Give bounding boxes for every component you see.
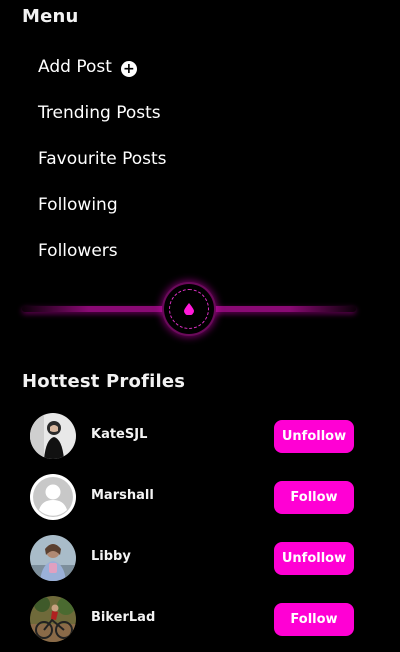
profile-name[interactable]: KateSJL bbox=[91, 427, 147, 442]
follow-button[interactable]: Follow bbox=[274, 603, 354, 636]
avatar[interactable] bbox=[30, 474, 76, 520]
unfollow-button[interactable]: Unfollow bbox=[274, 542, 354, 575]
menu-item-favourite-posts[interactable]: Favourite Posts bbox=[38, 136, 167, 182]
menu-item-following[interactable]: Following bbox=[38, 182, 167, 228]
profile-row: KateSJL Unfollow bbox=[0, 407, 400, 468]
profile-name[interactable]: BikerLad bbox=[91, 610, 155, 625]
menu-item-label: Following bbox=[38, 194, 118, 215]
menu-item-add-post[interactable]: Add Post + bbox=[38, 44, 167, 90]
droplet-icon bbox=[184, 303, 194, 315]
menu-item-followers[interactable]: Followers bbox=[38, 228, 167, 274]
profile-row: BikerLad Follow bbox=[0, 590, 400, 651]
menu-heading: Menu bbox=[22, 6, 79, 27]
plus-circle-icon[interactable]: + bbox=[120, 60, 137, 77]
menu-item-label: Trending Posts bbox=[38, 102, 161, 123]
avatar[interactable] bbox=[30, 535, 76, 581]
menu-item-label: Favourite Posts bbox=[38, 148, 167, 169]
profile-name[interactable]: Libby bbox=[91, 549, 131, 564]
avatar[interactable] bbox=[30, 596, 76, 642]
menu-item-trending-posts[interactable]: Trending Posts bbox=[38, 90, 167, 136]
follow-button[interactable]: Follow bbox=[274, 481, 354, 514]
profile-list: KateSJL Unfollow Marshall Follow Libby U… bbox=[0, 407, 400, 651]
profile-row: Marshall Follow bbox=[0, 468, 400, 529]
avatar[interactable] bbox=[30, 413, 76, 459]
profile-name[interactable]: Marshall bbox=[91, 488, 154, 503]
divider-badge bbox=[164, 284, 214, 334]
menu-item-label: Followers bbox=[38, 240, 118, 261]
profile-row: Libby Unfollow bbox=[0, 529, 400, 590]
menu-list: Add Post + Trending Posts Favourite Post… bbox=[38, 44, 167, 274]
unfollow-button[interactable]: Unfollow bbox=[274, 420, 354, 453]
menu-item-label: Add Post bbox=[38, 56, 112, 77]
default-user-icon bbox=[33, 477, 73, 517]
hottest-profiles-heading: Hottest Profiles bbox=[22, 371, 186, 392]
